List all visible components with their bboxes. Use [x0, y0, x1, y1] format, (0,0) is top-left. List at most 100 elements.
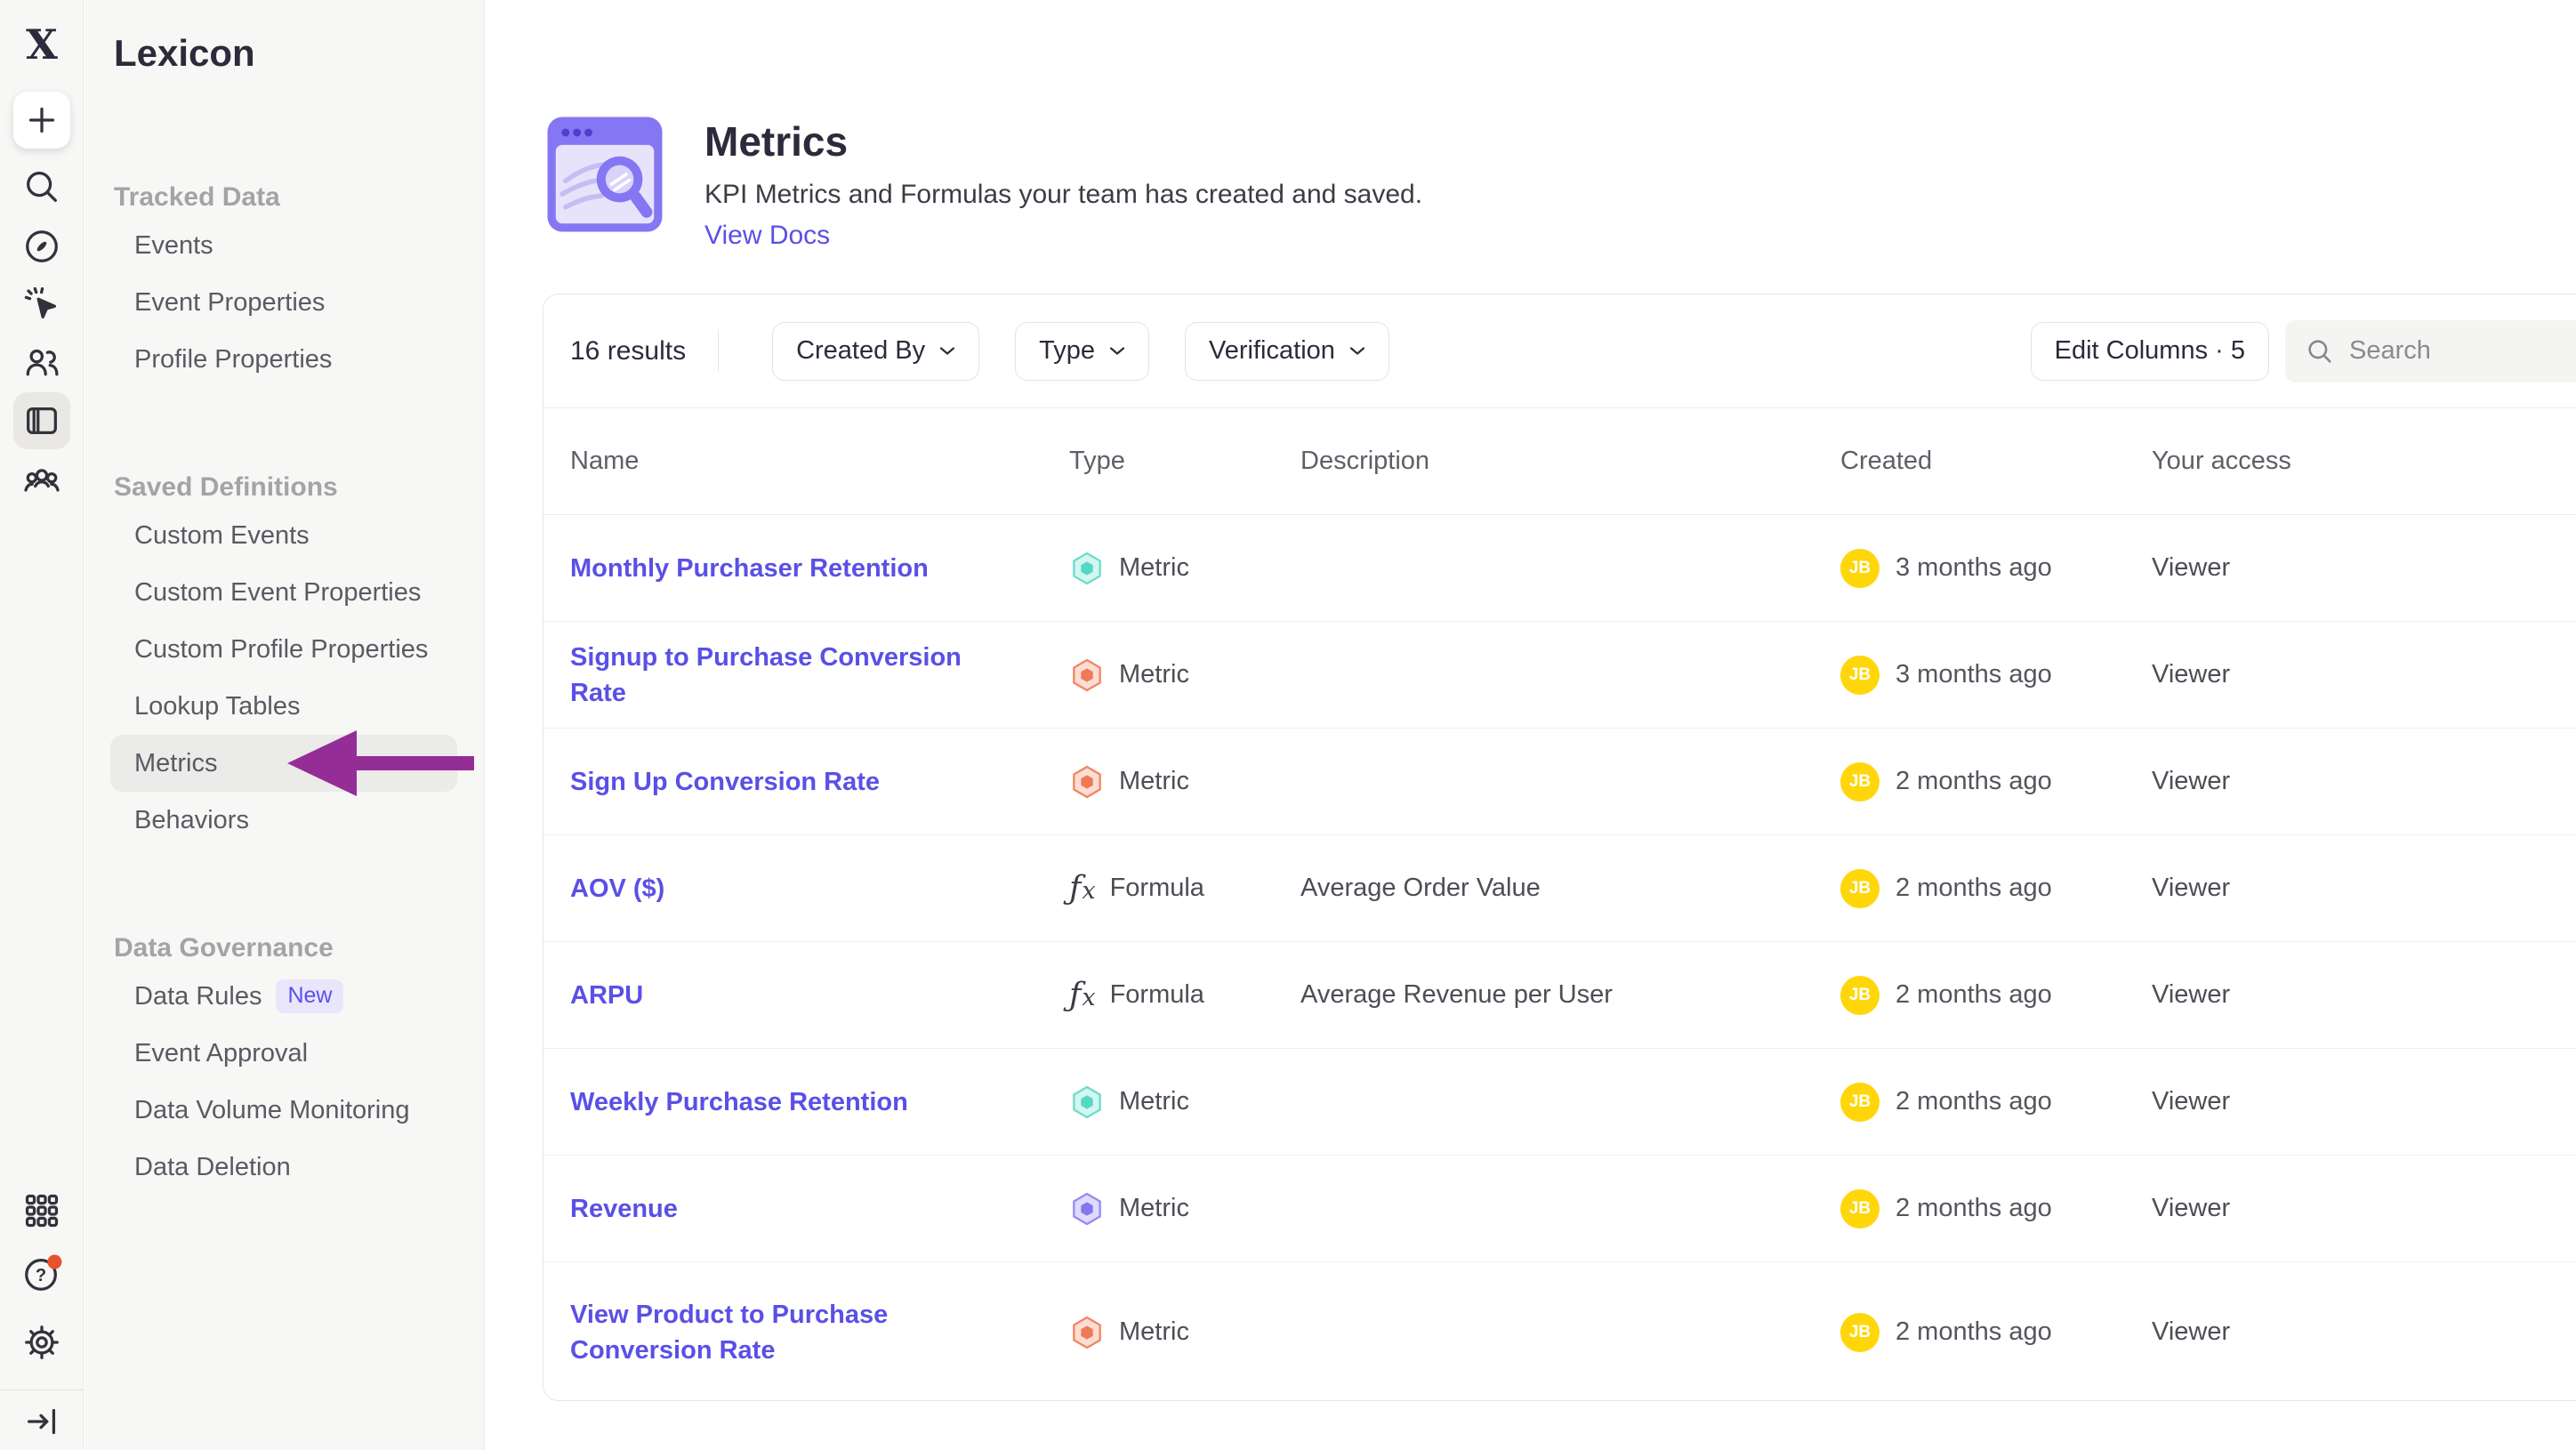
avatar: JB — [1840, 1313, 1880, 1352]
sidebar-item-label: Lookup Tables — [134, 678, 301, 735]
rail-item-sign-out[interactable] — [13, 1393, 70, 1450]
sidebar-title: Lexicon — [85, 0, 484, 98]
rail-item-compass[interactable] — [13, 218, 70, 275]
rail-item-cursor-click[interactable] — [13, 276, 70, 333]
description-cell: Average Revenue per User — [1300, 980, 1840, 1010]
sidebar: Lexicon Tracked DataEventsEvent Properti… — [85, 0, 485, 1450]
access-cell: Viewer — [2152, 874, 2576, 903]
sidebar-item-label: Event Properties — [134, 274, 325, 331]
search-icon — [2305, 336, 2335, 367]
sidebar-item-custom-event-properties[interactable]: Custom Event Properties — [110, 564, 457, 621]
metric-hexagon-icon — [1069, 1084, 1105, 1120]
sidebar-item-lookup-tables[interactable]: Lookup Tables — [110, 678, 457, 735]
created-label: 2 months ago — [1896, 980, 2052, 1010]
sidebar-item-label: Events — [134, 217, 213, 274]
filter-verification[interactable]: Verification — [1185, 322, 1389, 381]
metric-name-link[interactable]: Monthly Purchaser Retention — [570, 551, 1069, 586]
plus-icon — [21, 100, 62, 141]
created-cell: JB 3 months ago — [1840, 549, 2152, 588]
created-cell: JB 2 months ago — [1840, 1189, 2152, 1228]
column-header-created: Created — [1840, 447, 2152, 476]
metric-name-link[interactable]: ARPU — [570, 978, 1069, 1013]
rail-item-plus[interactable] — [13, 92, 70, 149]
cohorts-icon — [21, 461, 62, 502]
search-icon — [21, 166, 62, 207]
rail-item-lexicon-panel[interactable] — [13, 392, 70, 449]
filter-created-by[interactable]: Created By — [772, 322, 979, 381]
search-box[interactable] — [2285, 320, 2576, 383]
edit-columns-button[interactable]: Edit Columns · 5 — [2031, 322, 2269, 381]
metrics-illustration-icon — [543, 112, 667, 237]
view-docs-link[interactable]: View Docs — [704, 219, 1422, 253]
created-label: 2 months ago — [1896, 1194, 2052, 1223]
created-label: 3 months ago — [1896, 553, 2052, 583]
metric-hexagon-icon — [1069, 657, 1105, 693]
rail-item-apps-grid[interactable] — [13, 1182, 70, 1239]
created-label: 2 months ago — [1896, 767, 2052, 796]
sidebar-item-behaviors[interactable]: Behaviors — [110, 792, 457, 849]
sidebar-section-label: Data Governance — [85, 929, 484, 968]
filter-type[interactable]: Type — [1015, 322, 1149, 381]
access-cell: Viewer — [2152, 660, 2576, 689]
metric-name-link[interactable]: AOV ($) — [570, 871, 1069, 906]
column-header-your-access: Your access — [2152, 447, 2576, 476]
metric-hexagon-icon — [1069, 764, 1105, 800]
avatar: JB — [1840, 1083, 1880, 1122]
column-header-type: Type — [1069, 447, 1300, 476]
help-icon: ? — [21, 1253, 62, 1294]
rail-item-users[interactable] — [13, 334, 70, 391]
rail-item-mixpanel-logo[interactable]: X — [13, 16, 70, 73]
sidebar-item-data-rules[interactable]: Data RulesNew — [110, 968, 457, 1025]
sidebar-item-custom-events[interactable]: Custom Events — [110, 507, 457, 564]
metric-name-link[interactable]: Revenue — [570, 1191, 1069, 1227]
rail-item-cohorts[interactable] — [13, 453, 70, 510]
created-label: 2 months ago — [1896, 874, 2052, 903]
metric-name-link[interactable]: Weekly Purchase Retention — [570, 1084, 1069, 1120]
page-title: Metrics — [704, 117, 1422, 165]
metric-hexagon-icon — [1069, 1315, 1105, 1350]
svg-text:?: ? — [36, 1266, 46, 1285]
type-label: Formula — [1110, 980, 1204, 1010]
avatar: JB — [1840, 869, 1880, 908]
cursor-click-icon — [21, 284, 62, 325]
metric-name-link[interactable]: Signup to Purchase Conversion Rate — [570, 640, 1069, 711]
lexicon-panel-icon — [21, 400, 62, 441]
created-label: 3 months ago — [1896, 660, 2052, 689]
rail-item-help[interactable]: ? — [13, 1245, 70, 1302]
sidebar-item-data-volume-monitoring[interactable]: Data Volume Monitoring — [110, 1082, 457, 1139]
metric-name-link[interactable]: Sign Up Conversion Rate — [570, 764, 1069, 800]
sidebar-section-label: Tracked Data — [85, 178, 484, 217]
sidebar-item-event-approval[interactable]: Event Approval — [110, 1025, 457, 1082]
column-header-name: Name — [570, 447, 1069, 476]
created-cell: JB 2 months ago — [1840, 976, 2152, 1015]
sidebar-item-label: Custom Event Properties — [134, 564, 421, 621]
sidebar-item-data-deletion[interactable]: Data Deletion — [110, 1139, 457, 1196]
compass-icon — [21, 226, 62, 267]
rail-item-settings[interactable] — [13, 1314, 70, 1371]
search-input[interactable] — [2349, 336, 2576, 366]
apps-grid-icon — [21, 1190, 62, 1231]
sidebar-item-events[interactable]: Events — [110, 217, 457, 274]
rail-item-search[interactable] — [13, 158, 70, 215]
access-cell: Viewer — [2152, 767, 2576, 796]
type-cell: Metric — [1069, 551, 1300, 586]
avatar: JB — [1840, 1189, 1880, 1228]
avatar: JB — [1840, 976, 1880, 1015]
created-cell: JB 2 months ago — [1840, 869, 2152, 908]
type-label: Metric — [1119, 660, 1189, 689]
mixpanel-logo-icon: X — [26, 24, 58, 65]
sidebar-item-event-properties[interactable]: Event Properties — [110, 274, 457, 331]
formula-fx-icon: ƒx — [1069, 870, 1096, 906]
type-label: Metric — [1119, 1317, 1189, 1347]
sidebar-item-profile-properties[interactable]: Profile Properties — [110, 331, 457, 388]
metric-name-link[interactable]: View Product to Purchase Conversion Rate — [570, 1297, 1069, 1368]
toolbar-divider — [718, 331, 719, 372]
avatar: JB — [1840, 762, 1880, 802]
table-row: View Product to Purchase Conversion Rate… — [543, 1262, 2576, 1402]
filter-label: Created By — [796, 336, 925, 366]
type-cell: ƒxFormula — [1069, 870, 1300, 906]
sidebar-item-metrics[interactable]: Metrics — [110, 735, 457, 792]
sidebar-item-custom-profile-properties[interactable]: Custom Profile Properties — [110, 621, 457, 678]
access-cell: Viewer — [2152, 553, 2576, 583]
avatar: JB — [1840, 549, 1880, 588]
